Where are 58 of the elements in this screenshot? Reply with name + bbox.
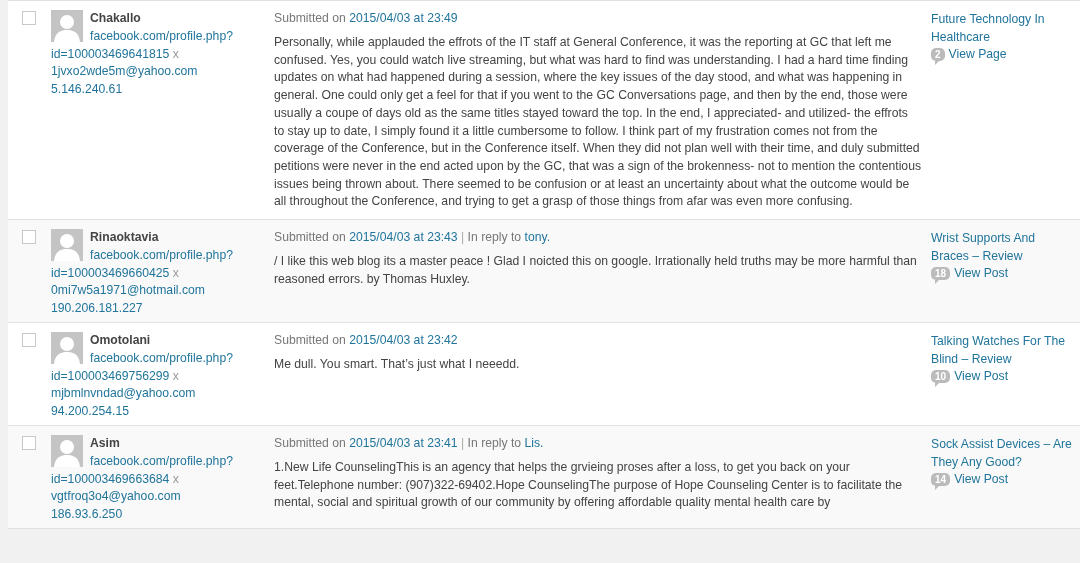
- comment-text: Me dull. You smart. That’s just what I neeedd.: [274, 356, 521, 373]
- submitted-label: Submitted on: [274, 333, 346, 347]
- profile-link[interactable]: id=100003469660425: [51, 265, 170, 280]
- post-title-link[interactable]: Talking Watches For The Blind – Review: [931, 333, 1074, 369]
- profile-link[interactable]: id=100003469663684: [51, 471, 170, 486]
- reply-link[interactable]: tony.: [524, 230, 551, 245]
- row-checkbox[interactable]: [22, 333, 36, 347]
- profile-link[interactable]: facebook.com/profile.php?: [90, 350, 233, 365]
- post-title-link[interactable]: Sock Assist Devices – Are They Any Good?: [931, 436, 1074, 472]
- row-checkbox[interactable]: [22, 230, 36, 245]
- profile-link[interactable]: id=100003469641815: [51, 46, 170, 61]
- email-link[interactable]: mjbmlnvndad@yahoo.com: [51, 386, 196, 401]
- submitted-label: Submitted on: [274, 436, 346, 450]
- avatar-icon: [51, 229, 83, 262]
- author-name: Omotolani: [90, 333, 151, 347]
- author-name: Asim: [90, 436, 120, 450]
- comment-text: / I like this web blog its a master peace ! Glad I noicted this on google. Irrationally held truths may be more harmful than reasoned errors. by Thomas Huxley.: [274, 253, 918, 288]
- ip-link[interactable]: 190.206.181.227: [51, 301, 143, 316]
- avatar-icon: [51, 435, 83, 467]
- author-name: Chakallo: [90, 11, 141, 25]
- author-name: Rinaoktavia: [90, 230, 159, 245]
- reply-label: In reply to: [467, 230, 522, 245]
- view-link[interactable]: View Post: [954, 266, 1009, 281]
- row-checkbox[interactable]: [22, 436, 36, 450]
- submitted-label: Submitted on: [274, 230, 346, 245]
- separator: |: [461, 436, 465, 450]
- avatar-icon: [51, 10, 83, 42]
- email-link[interactable]: vgtfroq3o4@yahoo.com: [51, 489, 181, 504]
- email-link[interactable]: 1jvxo2wde5m@yahoo.com: [51, 64, 198, 79]
- ip-link[interactable]: 94.200.254.15: [51, 404, 129, 419]
- profile-link[interactable]: facebook.com/profile.php?: [90, 247, 233, 262]
- separator: |: [461, 230, 465, 245]
- remove-mark[interactable]: x: [172, 471, 179, 486]
- profile-link[interactable]: facebook.com/profile.php?: [90, 28, 233, 43]
- reply-label: In reply to: [467, 436, 522, 450]
- ip-link[interactable]: 5.146.240.61: [51, 82, 123, 97]
- post-title-link[interactable]: Future Technology In Healthcare: [931, 11, 1074, 47]
- submitted-label: Submitted on: [274, 11, 346, 25]
- date-link[interactable]: 2015/04/03 at 23:49: [349, 11, 458, 25]
- post-title-link[interactable]: Wrist Supports And Braces – Review: [931, 230, 1074, 266]
- remove-mark[interactable]: x: [172, 265, 179, 280]
- date-link[interactable]: 2015/04/03 at 23:41: [349, 436, 458, 450]
- date-link[interactable]: 2015/04/03 at 23:42: [349, 333, 458, 347]
- email-link[interactable]: 0mi7w5a1971@hotmail.com: [51, 283, 205, 298]
- comment-text: Personally, while applauded the effrots of the IT staff at General Conference, it was the reporting at GC that left me confused. Yes, you could watch live streaming, but what was hard to find was understanding. I had a hard time finding updates on what had happened during a session, where the key issues of the day stood, and what was happening in general. One could only get a feel for that if you went to the GC Conversations page, and then by the end, those were usually a coupe of days old as the same titles stayed toward the top. In the end, I appreciated- and utilized- the effrots to stay up to date, I simply found it a little cumbersome to follow. I think part of my frustration comes not from the coverage of the Conference, but in the Conference itself. When they did not plan well with their time, and duly submitted petitions were never in the end acted upon by the GC, that was a sign of the brokenness- not to mention the contentious issues being thrown about. There seemed to be confusion or at least an uncertainty about what the outcome would be all throughout the Conference, and trying to get a grasp of those things from afar was even more confusing.: [274, 34, 921, 211]
- view-link[interactable]: View Post: [954, 369, 1009, 384]
- profile-link[interactable]: facebook.com/profile.php?: [90, 453, 233, 468]
- profile-link[interactable]: id=100003469756299: [51, 368, 170, 383]
- remove-mark[interactable]: x: [172, 368, 179, 383]
- reply-link[interactable]: Lis.: [524, 436, 544, 450]
- avatar-icon: [51, 332, 83, 364]
- comment-text: 1.New Life CounselingThis is an agency that helps the grvieing proses after a loss, to get you back on your feet.Telephone number: (907)322-69402.Hope CounselingThe purpose of Hope Counseling Center is to facilitate the mental, social and spiritual growth of our community by offering affordable quality mental health care by: [274, 459, 904, 512]
- row-checkbox[interactable]: [22, 11, 36, 25]
- view-link[interactable]: View Post: [954, 472, 1009, 487]
- date-link[interactable]: 2015/04/03 at 23:43: [349, 230, 458, 245]
- remove-mark[interactable]: x: [172, 46, 179, 61]
- ip-link[interactable]: 186.93.6.250: [51, 507, 123, 522]
- view-link[interactable]: View Page: [948, 47, 1007, 62]
